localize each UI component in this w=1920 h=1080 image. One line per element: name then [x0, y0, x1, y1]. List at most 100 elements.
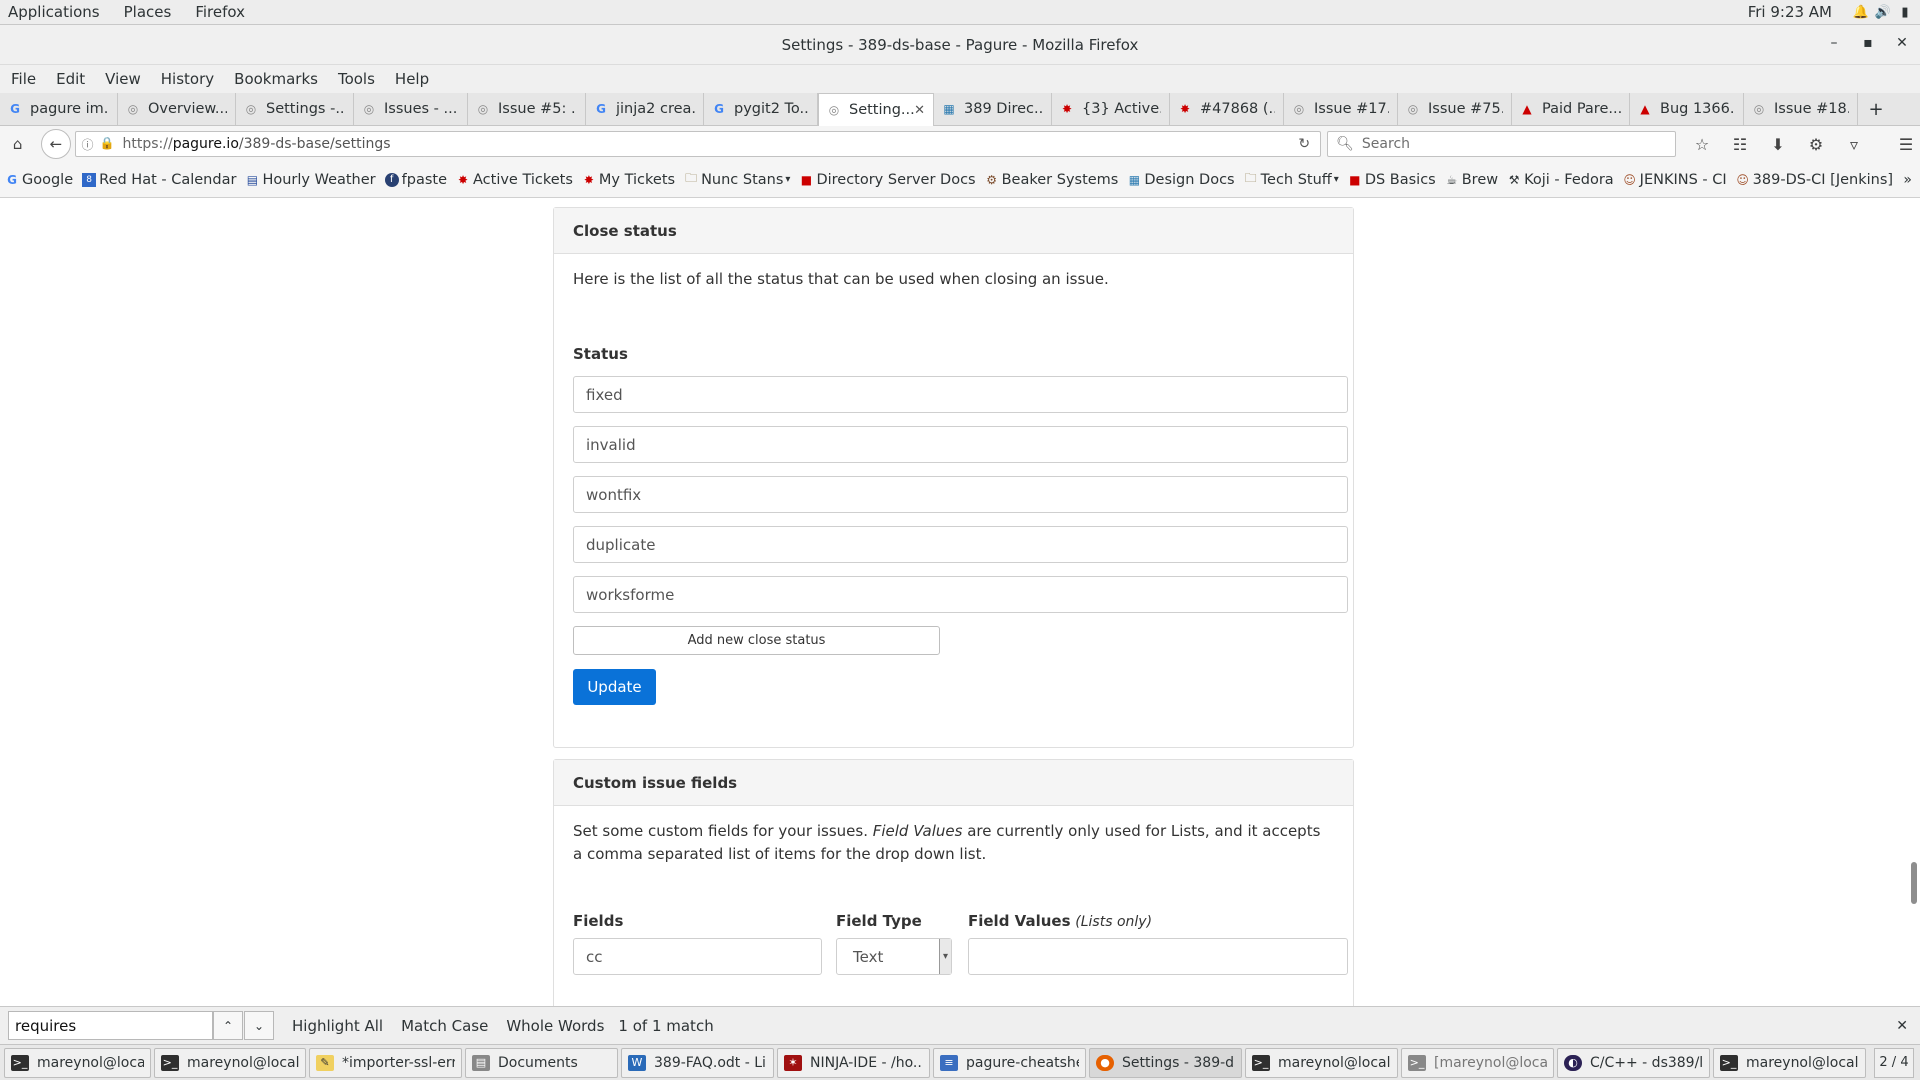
- bookmark-directory-server-docs[interactable]: ■ Directory Server Docs: [794, 172, 979, 188]
- bookmark-brew[interactable]: ☕ Brew: [1440, 172, 1502, 188]
- tab-strip: Gpagure im... ◎ Overview... ◎ Settings -..…: [0, 93, 1920, 126]
- menu-history[interactable]: History: [151, 70, 224, 88]
- task-terminal[interactable]: >_[mareynol@loca...: [1401, 1047, 1554, 1078]
- find-input[interactable]: requires: [8, 1011, 213, 1040]
- workspace-indicator[interactable]: 2 / 4: [1874, 1047, 1914, 1078]
- tab[interactable]: ◎ Settings -...: [236, 93, 354, 125]
- new-tab-icon[interactable]: +: [1864, 93, 1888, 125]
- applications-menu[interactable]: Applications: [0, 3, 112, 21]
- url-bar[interactable]: ⓘ 🔒 https://pagure.io/389-ds-base/setting…: [74, 131, 1322, 157]
- add-close-status-button[interactable]: Add new close status: [573, 626, 940, 655]
- status-field-duplicate[interactable]: duplicate: [573, 526, 1348, 563]
- menu-help[interactable]: Help: [385, 70, 439, 88]
- status-field-worksforme[interactable]: worksforme: [573, 576, 1348, 613]
- bell-icon[interactable]: 🔔: [1853, 5, 1869, 20]
- firefox-app-menu[interactable]: Firefox: [183, 3, 257, 21]
- reading-list-icon[interactable]: ☷: [1726, 130, 1754, 158]
- google-icon: G: [10, 102, 20, 116]
- battery-icon[interactable]: ▮: [1898, 5, 1912, 20]
- bookmark-star-icon[interactable]: ☆: [1688, 130, 1716, 158]
- tab[interactable]: ◎ Overview...: [118, 93, 236, 125]
- bookmark-beaker-systems[interactable]: ⚙ Beaker Systems: [980, 172, 1123, 188]
- bookmarks-overflow-icon[interactable]: »: [1903, 172, 1920, 188]
- bookmark-my-tickets[interactable]: ✸ My Tickets: [577, 172, 679, 188]
- status-field-invalid[interactable]: invalid: [573, 426, 1348, 463]
- bookmark-jenkins-ci[interactable]: ☺ JENKINS - CI: [1618, 172, 1731, 188]
- close-findbar-icon[interactable]: ✕: [1896, 1018, 1908, 1034]
- update-button[interactable]: Update: [573, 669, 656, 705]
- bookmark-folder-tech-stuff[interactable]: 🗀 Tech Stuff ▾: [1239, 171, 1343, 188]
- tab[interactable]: ✸ #47868 (...: [1170, 93, 1284, 125]
- menu-bookmarks[interactable]: Bookmarks: [224, 70, 328, 88]
- home-icon[interactable]: ⌂: [4, 130, 31, 158]
- volume-icon[interactable]: 🔊: [1875, 5, 1891, 20]
- close-tab-icon[interactable]: ✕: [914, 103, 925, 118]
- task-document[interactable]: ≡pagure-cheatshe...: [933, 1047, 1086, 1078]
- bookmark-koji-fedora[interactable]: ⚒ Koji - Fedora: [1502, 172, 1618, 188]
- task-eclipse[interactable]: ◐C/C++ - ds389/l...: [1557, 1047, 1710, 1078]
- reload-icon[interactable]: ↻: [1298, 136, 1310, 152]
- tab[interactable]: ◎ Issues - ...: [354, 93, 468, 125]
- maximize-icon[interactable]: ▪: [1860, 35, 1876, 51]
- task-terminal[interactable]: >_mareynol@local...: [154, 1047, 306, 1078]
- bookmark-redhat-calendar[interactable]: 8 Red Hat - Calendar: [77, 172, 240, 188]
- tab[interactable]: ◎Issue #18...: [1744, 93, 1858, 125]
- menu-edit[interactable]: Edit: [46, 70, 95, 88]
- bookmark-active-tickets[interactable]: ✸ Active Tickets: [451, 172, 577, 188]
- field-values-input[interactable]: [968, 938, 1348, 975]
- tab[interactable]: Gjinja2 crea...: [586, 93, 704, 125]
- task-text-editor[interactable]: ✎*importer-ssl-err...: [309, 1047, 462, 1078]
- back-arrow-icon[interactable]: ←: [41, 129, 71, 159]
- task-terminal[interactable]: >_mareynol@local...: [1245, 1047, 1398, 1078]
- minimize-icon[interactable]: –: [1826, 35, 1842, 51]
- gear-icon[interactable]: ⚙: [1802, 130, 1830, 158]
- find-previous-icon[interactable]: ⌃: [213, 1011, 243, 1040]
- task-terminal[interactable]: >_mareynol@local...: [1713, 1047, 1866, 1078]
- security-indicator[interactable]: ⓘ 🔒: [82, 136, 115, 153]
- match-case-toggle[interactable]: Match Case: [401, 1017, 488, 1035]
- places-menu[interactable]: Places: [112, 3, 184, 21]
- tab[interactable]: ◎Issue #75...: [1398, 93, 1512, 125]
- find-next-icon[interactable]: ⌄: [244, 1011, 274, 1040]
- task-terminal[interactable]: >_mareynol@local...: [4, 1047, 151, 1078]
- task-ninja-ide[interactable]: ✶ NINJA-IDE - /ho...: [777, 1047, 930, 1078]
- tab[interactable]: ▲Bug 1366...: [1630, 93, 1744, 125]
- tab[interactable]: Gpagure im...: [0, 93, 118, 125]
- task-libreoffice[interactable]: W 389-FAQ.odt - Li...: [621, 1047, 774, 1078]
- clock[interactable]: Fri 9:23 AM: [1748, 3, 1832, 21]
- whole-words-toggle[interactable]: Whole Words: [506, 1017, 604, 1035]
- bookmark-hourly-weather[interactable]: ▤ Hourly Weather: [240, 172, 379, 188]
- menu-tools[interactable]: Tools: [328, 70, 385, 88]
- hamburger-menu-icon[interactable]: ☰: [1892, 130, 1920, 158]
- search-input[interactable]: 🔍︎ Search: [1327, 131, 1676, 157]
- bookmark-folder-nunc-stans[interactable]: 🗀 Nunc Stans ▾: [679, 171, 794, 188]
- custom-field-name-input[interactable]: cc: [573, 938, 822, 975]
- editor-icon: ✎: [316, 1054, 334, 1071]
- highlight-all-toggle[interactable]: Highlight All: [292, 1017, 383, 1035]
- bookmark-design-docs[interactable]: ▦ Design Docs: [1122, 172, 1238, 188]
- bookmark-fpaste[interactable]: f fpaste: [380, 172, 451, 188]
- field-type-select[interactable]: Text ▾: [836, 938, 952, 975]
- bookmark-ds-basics[interactable]: ■ DS Basics: [1343, 172, 1440, 188]
- status-field-fixed[interactable]: fixed: [573, 376, 1348, 413]
- grid-icon: ▦: [1128, 172, 1141, 187]
- tab[interactable]: ▲ Paid Pare...: [1512, 93, 1630, 125]
- google-icon: G: [596, 102, 606, 116]
- menu-view[interactable]: View: [95, 70, 151, 88]
- task-files[interactable]: ▤ Documents: [465, 1047, 618, 1078]
- download-icon[interactable]: ⬇: [1764, 130, 1792, 158]
- bookmark-google[interactable]: G Google: [0, 172, 77, 188]
- status-field-wontfix[interactable]: wontfix: [573, 476, 1348, 513]
- tab[interactable]: Gpygit2 To...: [704, 93, 818, 125]
- tab[interactable]: ▦ 389 Direc...: [934, 93, 1052, 125]
- tab-active[interactable]: ◎ Setting... ✕: [818, 93, 934, 126]
- close-icon[interactable]: ✕: [1894, 35, 1910, 51]
- tab[interactable]: ✸{3} Active...: [1052, 93, 1170, 125]
- task-firefox[interactable]: ● Settings - 389-d...: [1089, 1047, 1242, 1078]
- scrollbar-thumb[interactable]: [1911, 862, 1917, 904]
- tab[interactable]: ◎ Issue #5: ...: [468, 93, 586, 125]
- menu-file[interactable]: File: [0, 70, 46, 88]
- pocket-icon[interactable]: ▿: [1840, 130, 1868, 158]
- bookmark-389-ds-ci-jenkins[interactable]: ☺ 389-DS-CI [Jenkins]: [1731, 172, 1897, 188]
- tab[interactable]: ◎Issue #17...: [1284, 93, 1398, 125]
